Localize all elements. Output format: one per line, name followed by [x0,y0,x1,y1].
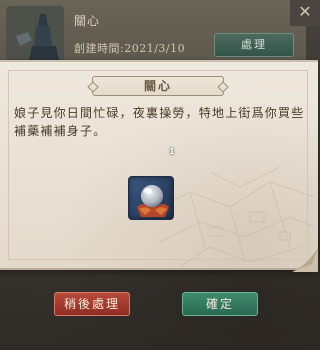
handle-later-button[interactable]: 稍後處理 [54,292,130,316]
care-dialog: 關心 娘子見你日間忙碌，夜裏操勞，特地上街爲你買些補藥補補身子。 [0,60,320,272]
item-count: 1 [169,147,175,156]
close-icon[interactable]: ✕ [290,0,320,26]
dialog-title: 關心 [143,79,172,93]
page-curl [292,248,318,272]
confirm-button[interactable]: 確定 [182,292,258,316]
handle-button[interactable]: 處理 [214,33,294,57]
notification-title: 關心 [74,14,101,28]
reward-item-slot[interactable] [128,176,174,220]
map-pattern [150,166,315,267]
dialog-message: 娘子見你日間忙碌，夜裏操勞，特地上街爲你買些補藥補補身子。 [14,106,305,138]
dialog-title-plaque: 關心 [92,76,224,96]
paper-background: 關心 娘子見你日間忙碌，夜裏操勞，特地上街爲你買些補藥補補身子。 [0,60,318,272]
pearl-icon [137,185,169,217]
character-avatar [6,6,64,64]
notification-date: 創建時間:2021/3/10 [74,42,186,55]
